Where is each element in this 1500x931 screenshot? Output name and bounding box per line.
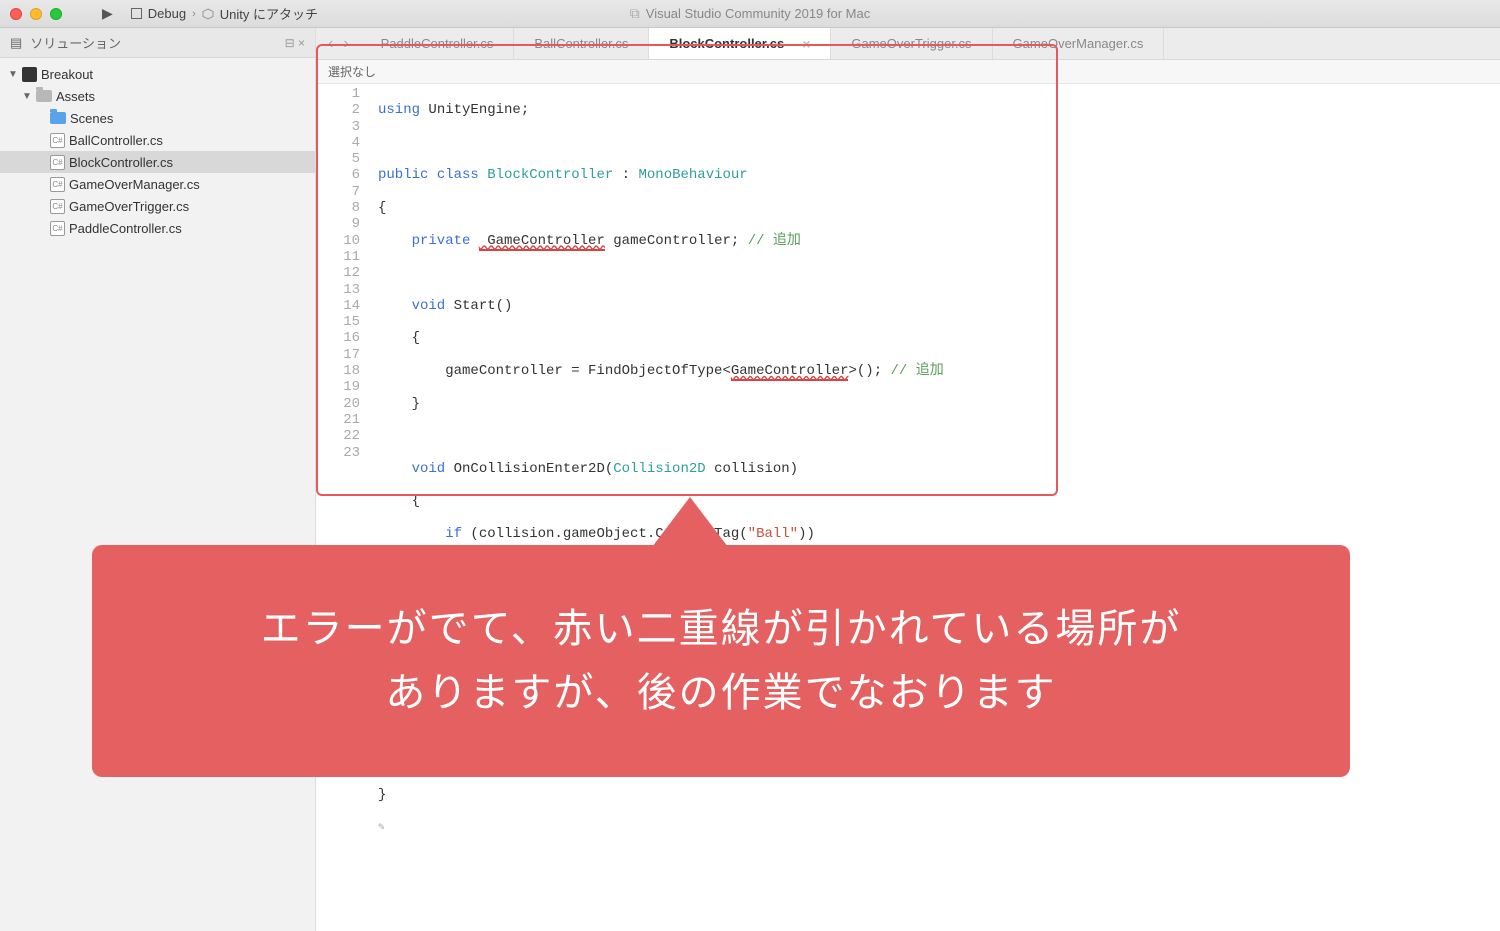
tab-ball[interactable]: BallController.cs (514, 28, 649, 59)
solution-list-icon: ▤ (10, 35, 22, 51)
close-tab-icon[interactable]: × (802, 36, 810, 52)
annotation-callout: エラーがでて、赤い二重線が引かれている場所が ありますが、後の作業でなおります (92, 545, 1350, 777)
window-controls (10, 8, 62, 20)
disclosure-icon[interactable]: ▼ (8, 69, 18, 80)
tree-root[interactable]: ▼ Breakout (0, 63, 315, 85)
maximize-window-icon[interactable] (50, 8, 62, 20)
code-content[interactable]: using UnityEngine; public class BlockCon… (370, 84, 1500, 931)
main-area: ▤ ソリューション ⊟ × ▼ Breakout ▼ Assets Scenes (0, 28, 1500, 931)
app-title: ⧉ Visual Studio Community 2019 for Mac (630, 5, 870, 22)
tab-bar: ‹ › PaddleController.cs BallController.c… (316, 28, 1500, 60)
folder-label: Assets (56, 89, 95, 104)
callout-line2: ありますが、後の作業でなおります (385, 661, 1056, 725)
tab-block-active[interactable]: BlockController.cs× (649, 28, 831, 59)
folder-icon (36, 90, 52, 102)
unity-project-icon (22, 67, 37, 82)
vs-icon: ⧉ (630, 5, 640, 22)
editor-area: ‹ › PaddleController.cs BallController.c… (316, 28, 1500, 931)
config-label: Debug (148, 6, 186, 21)
cursor-pencil-icon: ✎ (378, 822, 385, 834)
csharp-file-icon: C# (50, 155, 65, 170)
run-button[interactable]: ▶ (102, 5, 113, 22)
file-label: PaddleController.cs (69, 221, 182, 236)
folder-label: Scenes (70, 111, 113, 126)
attach-label: Unity にアタッチ (220, 4, 318, 23)
minimize-window-icon[interactable] (30, 8, 42, 20)
file-label: BallController.cs (69, 133, 163, 148)
pin-icon[interactable]: ⊟ × (285, 36, 305, 50)
run-config[interactable]: Debug › Unity にアタッチ (131, 4, 318, 23)
callout-line1: エラーがでて、赤い二重線が引かれている場所が (261, 597, 1182, 661)
chevron-right-icon: › (192, 8, 196, 20)
csharp-file-icon: C# (50, 221, 65, 236)
tree-file[interactable]: C# PaddleController.cs (0, 217, 315, 239)
titlebar: ▶ Debug › Unity にアタッチ ⧉ Visual Studio Co… (0, 0, 1500, 28)
file-label: GameOverTrigger.cs (69, 199, 189, 214)
breadcrumb[interactable]: 選択なし (316, 60, 1500, 84)
sidebar-title: ソリューション (30, 33, 121, 52)
line-number-gutter: 1234567891011121314151617181920212223 (316, 84, 370, 931)
tab-gameovermanager[interactable]: GameOverManager.cs (993, 28, 1165, 59)
code-editor[interactable]: 1234567891011121314151617181920212223 us… (316, 84, 1500, 931)
file-label: BlockController.cs (69, 155, 173, 170)
nav-forward-icon[interactable]: › (343, 35, 348, 53)
csharp-file-icon: C# (50, 199, 65, 214)
disclosure-icon[interactable]: ▼ (22, 91, 32, 102)
folder-icon (50, 112, 66, 124)
solution-tree: ▼ Breakout ▼ Assets Scenes C# BallContro… (0, 58, 315, 244)
tab-gameovertrigger[interactable]: GameOverTrigger.cs (831, 28, 992, 59)
csharp-file-icon: C# (50, 177, 65, 192)
tree-file[interactable]: C# GameOverTrigger.cs (0, 195, 315, 217)
tree-file[interactable]: C# BallController.cs (0, 129, 315, 151)
unity-attach-icon (202, 8, 214, 20)
root-label: Breakout (41, 67, 93, 82)
tree-folder-scenes[interactable]: Scenes (0, 107, 315, 129)
tab-paddle[interactable]: PaddleController.cs (361, 28, 515, 59)
tree-folder-assets[interactable]: ▼ Assets (0, 85, 315, 107)
tree-file-selected[interactable]: C# BlockController.cs (0, 151, 315, 173)
csharp-file-icon: C# (50, 133, 65, 148)
tab-nav: ‹ › (316, 28, 361, 59)
tree-file[interactable]: C# GameOverManager.cs (0, 173, 315, 195)
close-window-icon[interactable] (10, 8, 22, 20)
file-label: GameOverManager.cs (69, 177, 200, 192)
config-icon (131, 8, 142, 19)
nav-back-icon[interactable]: ‹ (328, 35, 333, 53)
sidebar-header: ▤ ソリューション ⊟ × (0, 28, 315, 58)
solution-sidebar: ▤ ソリューション ⊟ × ▼ Breakout ▼ Assets Scenes (0, 28, 316, 931)
